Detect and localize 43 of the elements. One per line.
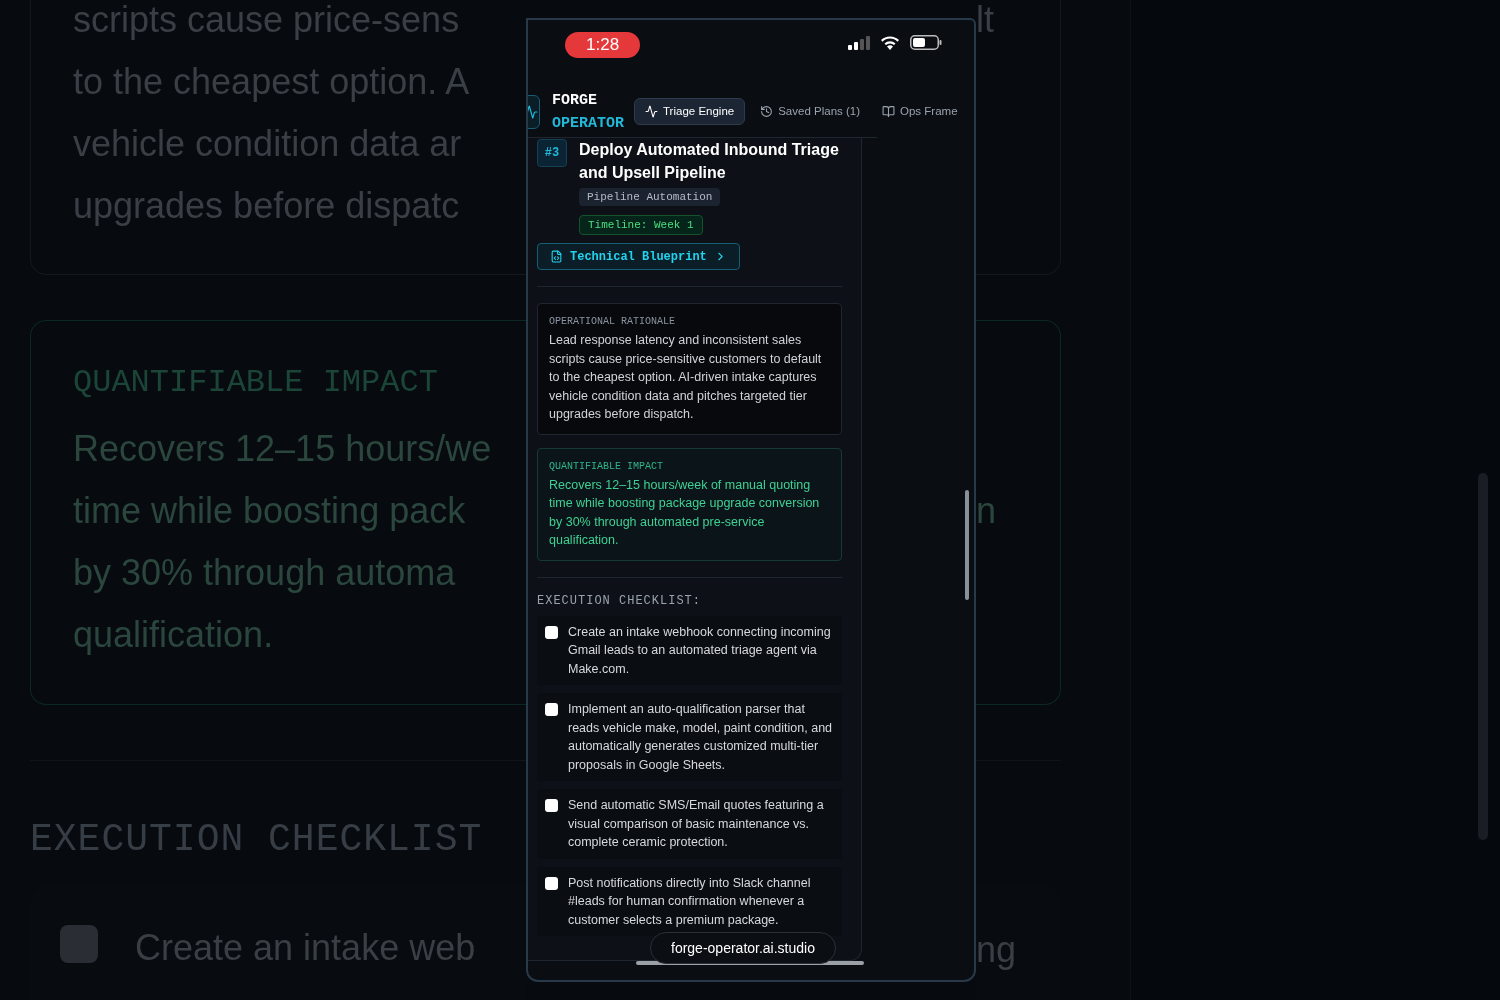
- card-label: QUANTIFIABLE IMPACT: [549, 459, 665, 474]
- file-code-icon: [550, 250, 563, 263]
- url-toast: forge-operator.ai.studio: [650, 932, 836, 964]
- rank-badge: #3: [537, 139, 567, 167]
- text-fragment: n: [976, 489, 998, 533]
- time-pill: 1:28: [565, 32, 641, 58]
- checkbox[interactable]: [545, 625, 558, 639]
- text-fragment: time while boosting pack: [73, 489, 467, 533]
- section-label: QUANTIFIABLE IMPACT: [73, 363, 439, 403]
- checklist-item[interactable]: Implement an auto-qualification parser that reads vehicle make, model, paint condition, and automatically generates customized multi-tier proposals in Google Sheets.: [537, 693, 842, 781]
- text-fragment: qualification.: [73, 613, 275, 657]
- timeline-tag: Timeline: Week 1: [579, 215, 703, 235]
- checkbox[interactable]: [545, 799, 558, 812]
- text-fragment: Recovers 12–15 hours/we: [73, 427, 493, 471]
- rationale-text: Lead response latency and inconsistent sales scripts cause price-sensitive customers to default to the cheapest option. AI-driven intake captures vehicle condition data and pitches targeted tier upgrades before dispatch.: [549, 332, 823, 423]
- brand-name: OPERATOR: [552, 113, 624, 134]
- blueprint-button[interactable]: Technical Blueprint: [537, 243, 740, 270]
- history-icon: [760, 105, 774, 118]
- category-tag: Pipeline Automation: [579, 188, 721, 206]
- checklist-text: Send automatic SMS/Email quotes featuring a visual comparison of basic maintenance vs. complete ceramic protection.: [568, 797, 825, 851]
- checklist-text: Create an intake webhook connecting incoming Gmail leads to an automated triage agent via Make.com.: [568, 623, 832, 678]
- signal-icon: [848, 35, 870, 50]
- checklist-item[interactable]: Create an intake webhook connecting incoming Gmail leads to an automated triage agent via Make.com.: [537, 615, 842, 685]
- nav-tab[interactable]: Ops Frame: [875, 98, 965, 125]
- checklist-text: Implement an auto-qualification parser that reads vehicle make, model, paint condition, and automatically generates customized multi-tier proposals in Google Sheets.: [568, 701, 834, 774]
- plan-title: Deploy Automated Inbound Triage and Upsell Pipeline: [579, 140, 840, 183]
- brand-name: FORGE: [552, 90, 598, 111]
- activity-icon: [645, 105, 658, 118]
- impact-text: Recovers 12–15 hours/week of manual quoting time while boosting package upgrade conversion by 30% through automated pre-service qualification.: [549, 476, 821, 549]
- text-fragment: by 30% through automa: [73, 551, 457, 595]
- checklist-text: Post notifications directly into Slack channel #leads for human confirmation whenever a customer selects a premium package.: [568, 874, 812, 929]
- wifi-icon: [880, 35, 900, 50]
- checklist-item[interactable]: Send automatic SMS/Email quotes featuring a visual comparison of basic maintenance vs. complete ceramic protection.: [537, 789, 842, 859]
- nav-tab[interactable]: Saved Plans (1): [753, 98, 868, 125]
- checklist-heading: EXECUTION CHECKLIST:: [537, 592, 703, 609]
- nav-tab[interactable]: Triage Engine: [634, 98, 746, 125]
- checkbox[interactable]: [545, 703, 558, 716]
- checkbox[interactable]: [60, 925, 98, 963]
- book-icon: [882, 105, 896, 118]
- battery-icon: [910, 35, 942, 50]
- card-label: OPERATIONAL RATIONALE: [549, 315, 677, 329]
- checklist-item[interactable]: Post notifications directly into Slack channel #leads for human confirmation whenever a customer selects a premium package.: [537, 866, 842, 936]
- checkbox[interactable]: [545, 876, 558, 890]
